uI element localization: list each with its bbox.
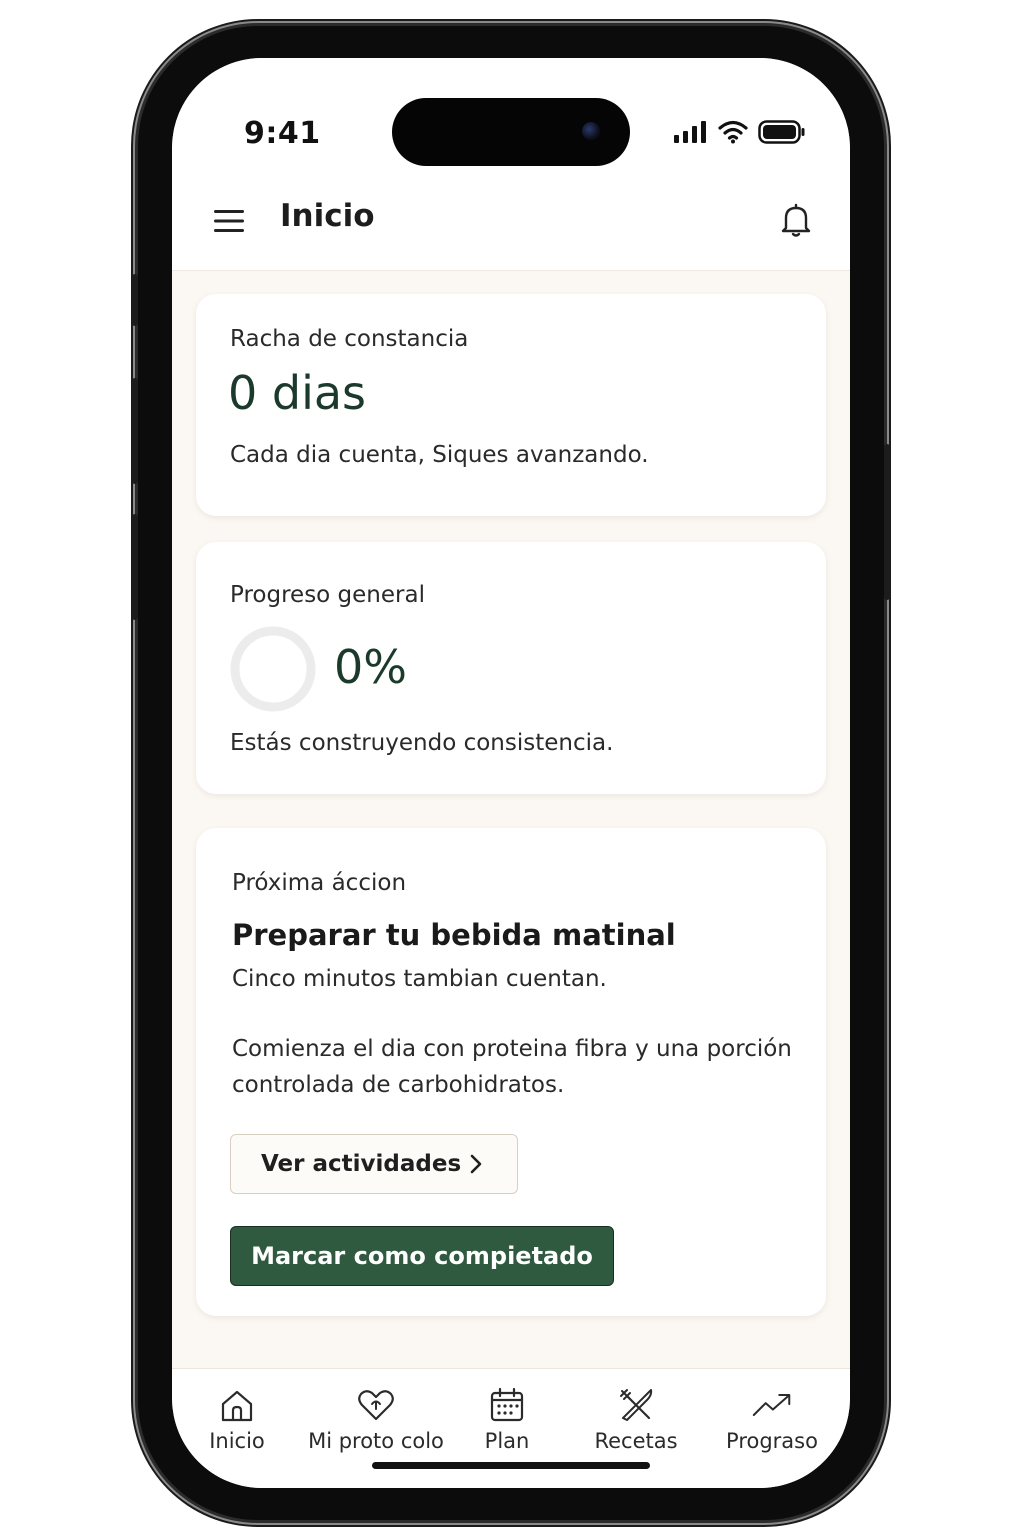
bottom-nav: Inicio Mi proto colo Plan Recetas Progra… — [172, 1368, 850, 1488]
mute-switch — [132, 274, 138, 326]
utensils-icon — [616, 1385, 656, 1425]
next-action-card: Próxima áccion Preparar tu bebida matina… — [196, 828, 826, 1316]
chevron-right-icon — [470, 1154, 482, 1174]
nav-label-progreso: Prograso — [726, 1429, 818, 1453]
app-header: Inicio — [172, 178, 850, 271]
next-action-description-line2: controlada de carbohidratos. — [232, 1072, 565, 1098]
nav-label-recetas: Recetas — [594, 1429, 678, 1453]
nav-label-plan: Plan — [484, 1429, 530, 1453]
page-title: Inicio — [280, 198, 375, 234]
hamburger-menu-icon[interactable] — [212, 204, 246, 238]
home-indicator[interactable] — [372, 1462, 650, 1469]
heart-icon — [356, 1385, 396, 1425]
streak-message: Cada dia cuenta, Siques avanzando. — [230, 442, 649, 468]
progress-label: Progreso general — [230, 582, 425, 608]
next-action-description-line1: Comienza el dia con proteina fibra y una… — [232, 1036, 792, 1062]
trending-up-icon — [752, 1385, 792, 1425]
mark-completed-label: Marcar como compietado — [251, 1242, 593, 1270]
battery-icon — [758, 120, 805, 144]
dynamic-island — [392, 98, 630, 166]
view-activities-button[interactable]: Ver actividades — [230, 1134, 518, 1194]
status-time: 9:41 — [244, 116, 321, 151]
progress-percent: 0% — [334, 640, 407, 694]
camera-lens — [582, 122, 600, 140]
next-action-label: Próxima áccion — [232, 870, 407, 896]
nav-item-inicio[interactable]: Inicio — [202, 1385, 272, 1453]
progress-ring — [230, 626, 316, 712]
home-icon — [217, 1385, 257, 1425]
nav-item-mi-protocolo[interactable]: Mi proto colo — [306, 1385, 446, 1453]
nav-item-progreso[interactable]: Prograso — [720, 1385, 824, 1453]
screen: 9:41 Inicio Racha de constancia 0 dias C… — [172, 58, 850, 1488]
wifi-icon — [718, 120, 748, 144]
status-bar: 9:41 — [172, 58, 850, 178]
view-activities-label: Ver actividades — [261, 1151, 462, 1177]
next-action-title: Preparar tu bebida matinal — [232, 918, 676, 952]
volume-up-button — [132, 378, 138, 484]
phone-frame: 9:41 Inicio Racha de constancia 0 dias C… — [132, 26, 890, 1520]
nav-item-recetas[interactable]: Recetas — [586, 1385, 686, 1453]
streak-card: Racha de constancia 0 dias Cada dia cuen… — [196, 294, 826, 516]
volume-down-button — [132, 514, 138, 620]
calendar-icon — [487, 1385, 527, 1425]
bell-icon[interactable] — [776, 200, 816, 240]
signal-icon — [674, 121, 706, 143]
nav-item-plan[interactable]: Plan — [472, 1385, 542, 1453]
power-button — [884, 444, 890, 600]
nav-label-inicio: Inicio — [209, 1429, 265, 1453]
streak-label: Racha de constancia — [230, 326, 469, 352]
progress-message: Estás construyendo consistencia. — [230, 730, 614, 756]
nav-label-mi-protocolo: Mi proto colo — [308, 1429, 444, 1453]
status-icons — [674, 120, 806, 144]
next-action-subtitle: Cinco minutos tambian cuentan. — [232, 966, 607, 992]
progress-card: Progreso general 0% Estás construyendo c… — [196, 542, 826, 794]
mark-completed-button[interactable]: Marcar como compietado — [230, 1226, 614, 1286]
streak-value: 0 dias — [228, 366, 367, 420]
